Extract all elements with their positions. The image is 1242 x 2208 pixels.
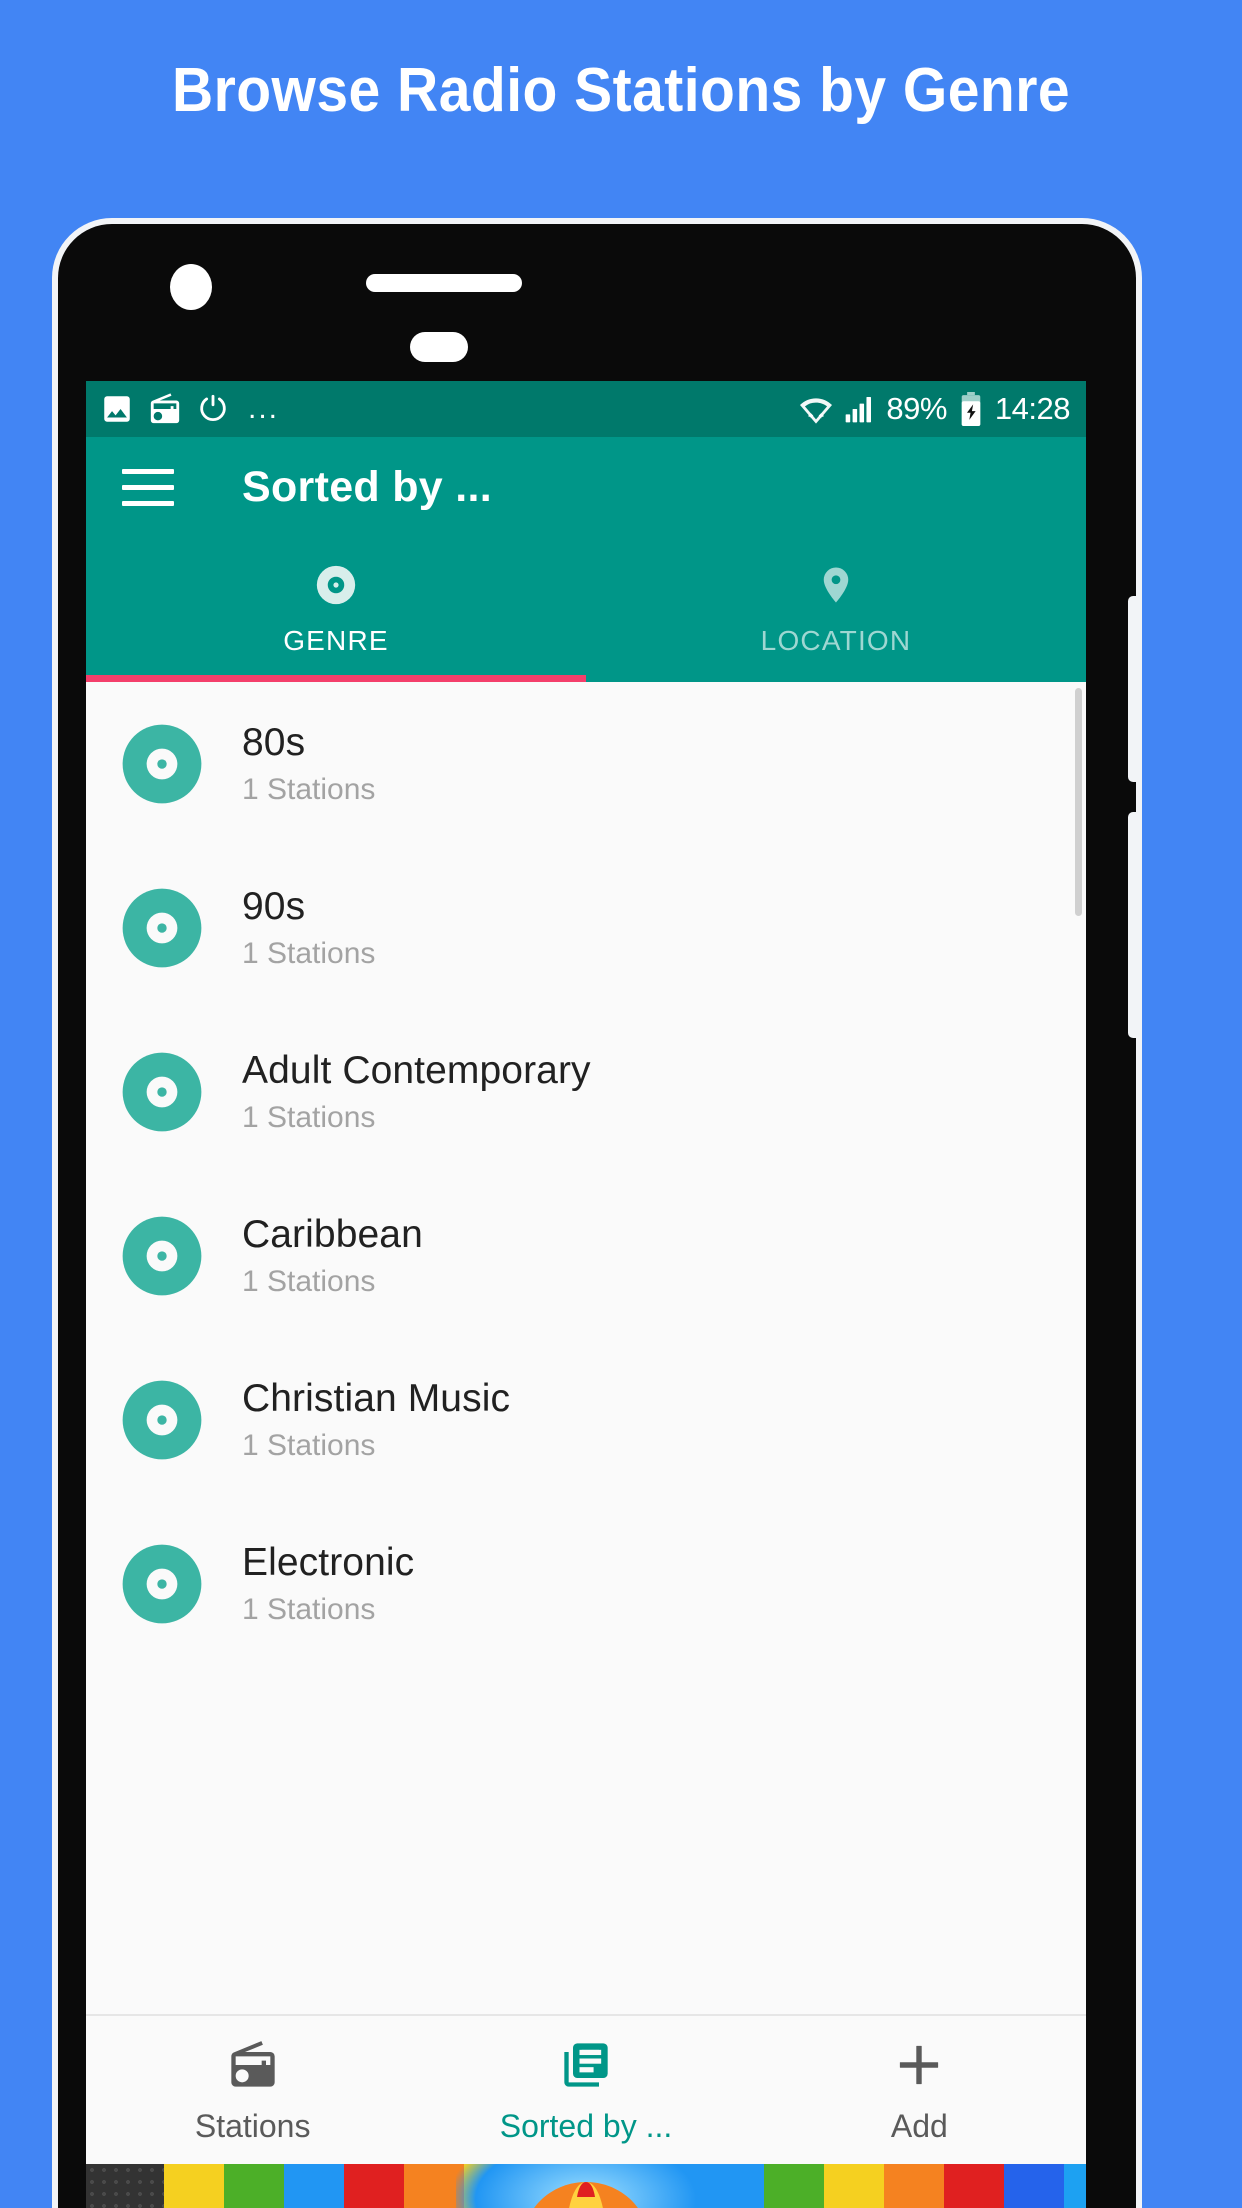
- signal-icon: [843, 393, 875, 425]
- volume-button[interactable]: [1128, 596, 1136, 782]
- nav-label-stations: Stations: [194, 2107, 311, 2144]
- genre-name: 80s: [242, 721, 306, 764]
- page-title: Sorted by ...: [242, 462, 492, 511]
- nav-item-stations[interactable]: Stations: [86, 2016, 419, 2164]
- disc-icon: [114, 1372, 210, 1468]
- nav-label-add: Add: [890, 2107, 948, 2144]
- ad-tile: [884, 2164, 944, 2208]
- ad-tile: [164, 2164, 224, 2208]
- disc-icon: [114, 880, 210, 976]
- phone-mockup: ... 89% 14:28 Sorted by ... GENRE LOCATI…: [52, 218, 1142, 2208]
- ad-tile: [764, 2164, 824, 2208]
- genre-name: Caribbean: [242, 1213, 423, 1256]
- list-item[interactable]: Christian Music 1 Stations: [86, 1338, 1086, 1502]
- battery-charging-icon: [958, 392, 984, 426]
- disc-icon: [114, 1536, 210, 1632]
- ad-umbrella-graphic: [534, 2182, 638, 2208]
- tab-genre-label: GENRE: [283, 625, 389, 656]
- genre-name: Christian Music: [242, 1377, 511, 1420]
- disc-icon: [313, 562, 359, 608]
- list-scrollbar-thumb[interactable]: [1075, 688, 1082, 916]
- bottom-navigation: Stations Sorted by ... Add: [86, 2014, 1086, 2164]
- app-bar: Sorted by ...: [86, 437, 1086, 537]
- ad-tile: [824, 2164, 884, 2208]
- clock-label: 14:28: [994, 391, 1071, 426]
- ad-tile: [344, 2164, 404, 2208]
- phone-screen: ... 89% 14:28 Sorted by ... GENRE LOCATI…: [86, 381, 1086, 2208]
- ad-tile: [944, 2164, 1004, 2208]
- list-item[interactable]: 90s 1 Stations: [86, 846, 1086, 1010]
- map-pin-icon: [815, 562, 857, 608]
- genre-name: Adult Contemporary: [242, 1049, 591, 1092]
- genre-name: 90s: [242, 885, 306, 928]
- status-overflow-dots: ...: [248, 392, 280, 425]
- ad-tile: [224, 2164, 284, 2208]
- list-item[interactable]: Adult Contemporary 1 Stations: [86, 1010, 1086, 1174]
- genre-station-count: 1 Stations: [242, 1265, 376, 1298]
- list-item[interactable]: Electronic 1 Stations: [86, 1502, 1086, 1666]
- nav-item-add[interactable]: Add: [753, 2016, 1086, 2164]
- tab-active-indicator: [86, 675, 586, 682]
- hamburger-icon[interactable]: [122, 468, 174, 506]
- ad-texture: [86, 2164, 164, 2208]
- library-list-icon: [560, 2036, 612, 2094]
- power-button[interactable]: [1128, 812, 1136, 1038]
- image-icon: [100, 392, 134, 426]
- timer-icon: [196, 392, 230, 426]
- list-scrollbar-track[interactable]: [1075, 682, 1084, 2014]
- genre-list[interactable]: 80s 1 Stations 90s 1 Stations Adult Cont…: [86, 682, 1086, 2014]
- ad-banner[interactable]: [86, 2164, 1086, 2208]
- nav-item-sorted-by[interactable]: Sorted by ...: [419, 2016, 752, 2164]
- tab-genre[interactable]: GENRE: [86, 537, 586, 682]
- disc-icon: [114, 1044, 210, 1140]
- battery-percent-label: 89%: [886, 391, 947, 426]
- genre-station-count: 1 Stations: [242, 773, 376, 806]
- ad-tile: [404, 2164, 464, 2208]
- list-item[interactable]: 80s 1 Stations: [86, 682, 1086, 846]
- genre-station-count: 1 Stations: [242, 1429, 376, 1462]
- radio-icon: [148, 392, 182, 426]
- plus-icon: [892, 2036, 946, 2094]
- proximity-sensor: [410, 332, 468, 362]
- status-bar: ... 89% 14:28: [86, 381, 1086, 437]
- disc-icon: [114, 716, 210, 812]
- genre-station-count: 1 Stations: [242, 1101, 376, 1134]
- tab-location[interactable]: LOCATION: [586, 537, 1086, 682]
- nav-label-sorted-by: Sorted by ...: [499, 2107, 673, 2144]
- earpiece-speaker: [366, 274, 522, 292]
- list-item[interactable]: Caribbean 1 Stations: [86, 1174, 1086, 1338]
- tab-bar: GENRE LOCATION: [86, 537, 1086, 682]
- genre-station-count: 1 Stations: [242, 937, 376, 970]
- ad-tile: [284, 2164, 344, 2208]
- front-camera-icon: [170, 264, 212, 310]
- disc-icon: [114, 1208, 210, 1304]
- promo-headline: Browse Radio Stations by Genre: [171, 56, 1071, 125]
- tab-location-label: LOCATION: [760, 625, 912, 656]
- wifi-icon: [800, 393, 833, 425]
- genre-name: Electronic: [242, 1541, 415, 1584]
- ad-tile: [1004, 2164, 1064, 2208]
- radio-icon: [227, 2036, 279, 2094]
- genre-station-count: 1 Stations: [242, 1593, 376, 1626]
